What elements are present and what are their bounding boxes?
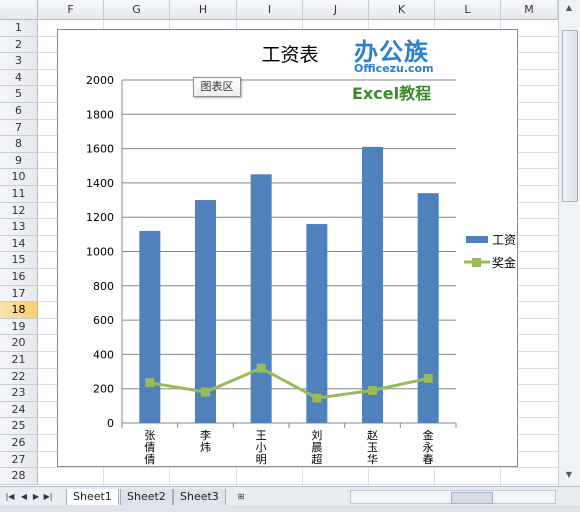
y-tick-label: 1200 [86, 211, 114, 224]
row-gridline [38, 483, 558, 485]
select-all-corner[interactable] [0, 0, 38, 20]
row-header-9[interactable]: 9 [0, 152, 38, 170]
row-header-7[interactable]: 7 [0, 119, 38, 137]
row-header-20[interactable]: 20 [0, 335, 38, 352]
legend-swatch-bar [466, 236, 488, 243]
y-tick-label: 1600 [86, 143, 114, 156]
status-bar [0, 505, 580, 512]
marker-奖金-张倩倩 [145, 378, 155, 388]
marker-奖金-金永春 [423, 373, 433, 383]
column-header-g[interactable]: G [104, 0, 170, 20]
row-header-5[interactable]: 5 [0, 86, 38, 103]
row-header-27[interactable]: 27 [0, 451, 38, 469]
row-header-19[interactable]: 19 [0, 318, 38, 336]
row-header-2[interactable]: 2 [0, 36, 38, 54]
row-header-4[interactable]: 4 [0, 69, 38, 87]
bar-工资-张倩倩 [139, 230, 161, 423]
marker-奖金-刘晨超 [312, 393, 322, 403]
row-header-10[interactable]: 10 [0, 169, 38, 186]
last-sheet-icon[interactable]: ▶| [42, 491, 54, 503]
row-header-12[interactable]: 12 [0, 202, 38, 220]
row-header-3[interactable]: 3 [0, 53, 38, 70]
row-header-14[interactable]: 14 [0, 235, 38, 253]
row-header-24[interactable]: 24 [0, 401, 38, 419]
scroll-up-icon[interactable]: ▲ [564, 3, 574, 13]
column-header-j[interactable]: J [303, 0, 369, 20]
horizontal-scroll-thumb[interactable] [451, 492, 493, 504]
row-header-21[interactable]: 21 [0, 352, 38, 369]
legend-label-line: 奖金 [492, 255, 516, 270]
first-sheet-icon[interactable]: |◀ [4, 491, 16, 503]
vertical-scroll-thumb[interactable] [562, 30, 578, 202]
y-tick-label: 600 [93, 314, 114, 327]
y-tick-label: 0 [107, 417, 114, 430]
x-tick-label: 刘晨超 [311, 429, 322, 466]
row-header-11[interactable]: 11 [0, 186, 38, 203]
y-tick-label: 1400 [86, 177, 114, 190]
row-header-28[interactable]: 28 [0, 468, 38, 485]
y-tick-label: 200 [93, 383, 114, 396]
y-tick-label: 800 [93, 280, 114, 293]
chart-area[interactable]: 工资表 0 200 400 600 800 1000 1200 1400 1600 1800 2000… [57, 29, 518, 467]
legend-label-bar: 工资 [492, 233, 516, 247]
y-tick-label: 1800 [86, 108, 114, 121]
officezu-logo: 办公族 Officezu.com Excel教程 [350, 32, 460, 104]
spreadsheet[interactable]: FGHIJKLM 1 2 3 4 5 6 7 8 9 10 11 12 13 14 15 16 17 18 19 20… [0, 0, 580, 512]
row-header-25[interactable]: 25 [0, 418, 38, 435]
x-tick-label: 张倩倩 [144, 429, 155, 466]
chart-area-tooltip: 图表区 [193, 77, 241, 97]
column-header-f[interactable]: F [38, 0, 104, 20]
vertical-scrollbar[interactable]: ▲ ▼ [558, 0, 580, 486]
legend-swatch-marker [472, 258, 481, 267]
sheet-tab-3[interactable]: Sheet3 [173, 489, 226, 506]
row-header-13[interactable]: 13 [0, 219, 38, 236]
logo-url-text: Officezu.com [354, 62, 434, 75]
marker-奖金-王小明 [256, 363, 266, 373]
column-header-i[interactable]: I [237, 0, 303, 20]
row-header-16[interactable]: 16 [0, 269, 38, 286]
bar-工资-赵玉华 [362, 146, 383, 423]
column-header-k[interactable]: K [369, 0, 435, 20]
row-header-15[interactable]: 15 [0, 252, 38, 269]
column-header-l[interactable]: L [435, 0, 501, 20]
insert-sheet-icon[interactable]: ⊞ [234, 491, 248, 503]
row-header-6[interactable]: 6 [0, 103, 38, 120]
chart-title: 工资表 [261, 44, 318, 66]
row-header-8[interactable]: 8 [0, 136, 38, 153]
row-header-23[interactable]: 23 [0, 385, 38, 402]
row-header-1[interactable]: 1 [0, 20, 38, 37]
column-header-h[interactable]: H [170, 0, 237, 20]
y-tick-label: 400 [93, 348, 114, 361]
line-奖金 [149, 366, 429, 400]
row-header-18[interactable]: 18 [0, 302, 38, 319]
column-header-m[interactable]: M [501, 0, 558, 20]
y-tick-label: 1000 [86, 246, 114, 259]
marker-奖金-赵玉华 [368, 385, 377, 395]
prev-sheet-icon[interactable]: ◀ [18, 491, 30, 503]
bar-工资-金永春 [417, 193, 439, 423]
y-tick-label: 2000 [86, 74, 114, 87]
marker-奖金-李炜 [201, 387, 210, 397]
row-header-22[interactable]: 22 [0, 368, 38, 386]
bar-工资-王小明 [250, 174, 272, 423]
scroll-down-icon[interactable]: ▼ [564, 470, 574, 480]
row-header-17[interactable]: 17 [0, 285, 38, 303]
row-header-26[interactable]: 26 [0, 435, 38, 452]
x-tick-label: 金永春 [423, 428, 434, 466]
x-tick-label: 王小明 [256, 429, 267, 466]
horizontal-scrollbar[interactable] [350, 490, 556, 504]
x-tick-label: 李炜 [200, 428, 211, 454]
sheet-tab-1[interactable]: Sheet1 [66, 489, 119, 506]
logo-tag-text: Excel教程 [352, 84, 432, 103]
sheet-tab-2[interactable]: Sheet2 [120, 489, 173, 506]
x-tick-label: 赵玉华 [367, 428, 378, 466]
next-sheet-icon[interactable]: ▶ [30, 491, 42, 503]
